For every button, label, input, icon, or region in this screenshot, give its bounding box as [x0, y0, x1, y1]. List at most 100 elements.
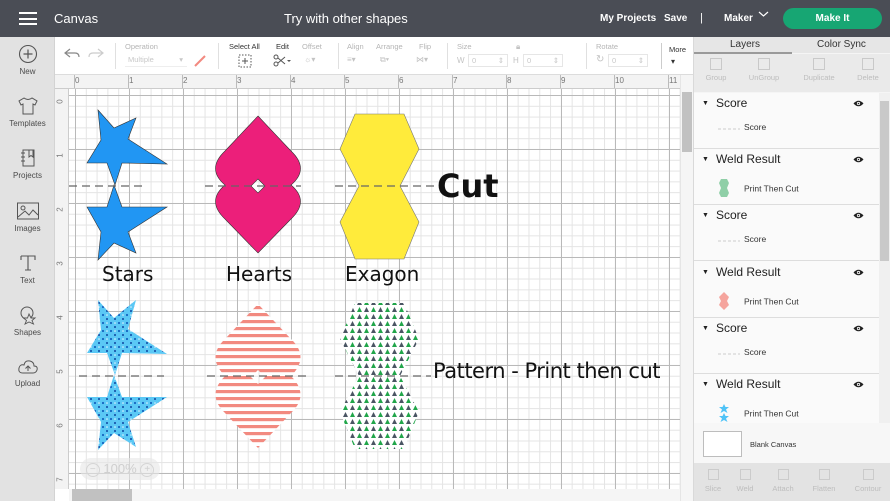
expand-arrow-icon[interactable]: ▼	[702, 212, 709, 219]
design-canvas[interactable]: Stars Hearts Exagon Cut Pattern - Print …	[69, 89, 680, 489]
flatten-button[interactable]: Flatten	[805, 469, 843, 493]
layer-item[interactable]: Print Then Cut	[718, 291, 799, 313]
pattern-label[interactable]: Pattern - Print then cut	[433, 359, 661, 383]
cut-label[interactable]: Cut	[437, 167, 499, 205]
layer-item[interactable]: Score	[718, 234, 766, 245]
sidebar-item-images[interactable]: Images	[0, 201, 55, 233]
width-value: 0	[472, 56, 477, 65]
layer-group-header[interactable]: ▼ Weld Result	[702, 265, 780, 279]
sidebar-item-templates[interactable]: Templates	[0, 96, 55, 128]
group-button[interactable]: Group	[694, 58, 738, 82]
layer-thumbnail	[718, 403, 736, 423]
layer-group-header[interactable]: ▼ Weld Result	[702, 152, 780, 166]
scissors-icon[interactable]	[273, 54, 293, 67]
eye-icon[interactable]	[853, 212, 864, 219]
hearts-label[interactable]: Hearts	[226, 262, 292, 286]
stepper-icon[interactable]: ⇕	[498, 55, 504, 66]
chevron-down-icon[interactable]	[758, 10, 769, 21]
dotted-star-shape[interactable]	[87, 375, 167, 450]
star-shape[interactable]	[86, 184, 169, 261]
my-projects-link[interactable]: My Projects	[600, 13, 656, 24]
undo-icon[interactable]	[64, 48, 80, 60]
layer-group[interactable]: ▼ Weld Result Print Then Cut	[694, 261, 879, 318]
stepper-icon[interactable]: ⇕	[553, 55, 559, 66]
machine-selector[interactable]: Maker	[724, 13, 753, 24]
layer-item[interactable]: Score	[718, 347, 766, 358]
make-it-button[interactable]: Make It	[783, 8, 882, 29]
ungroup-button[interactable]: UnGroup	[742, 58, 786, 82]
scrollbar-thumb[interactable]	[72, 489, 132, 501]
sidebar-item-upload[interactable]: Upload	[0, 358, 55, 388]
canvas-horizontal-scrollbar[interactable]	[69, 489, 680, 501]
sidebar-item-shapes[interactable]: Shapes	[0, 305, 55, 337]
delete-button[interactable]: Delete	[846, 58, 890, 82]
scrollbar-thumb[interactable]	[682, 92, 692, 152]
redo-icon[interactable]	[88, 48, 104, 60]
eye-icon[interactable]	[853, 100, 864, 107]
expand-arrow-icon[interactable]: ▼	[702, 100, 709, 107]
layer-group-header[interactable]: ▼ Score	[702, 96, 747, 110]
contour-button[interactable]: Contour	[849, 469, 887, 493]
panel-tabs: Layers Color Sync	[694, 37, 890, 54]
offset-icon[interactable]: ☼▾	[304, 55, 315, 64]
layer-group[interactable]: ▼ Score Score	[694, 93, 879, 149]
eye-icon[interactable]	[853, 325, 864, 332]
sidebar-item-projects[interactable]: Projects	[0, 148, 55, 180]
expand-arrow-icon[interactable]: ▼	[702, 269, 709, 276]
attach-button[interactable]: Attach	[764, 469, 802, 493]
layer-item[interactable]: Print Then Cut	[718, 178, 799, 200]
project-title[interactable]: Try with other shapes	[284, 11, 408, 26]
layer-group-header[interactable]: ▼ Score	[702, 208, 747, 222]
align-icon[interactable]: ≡▾	[347, 55, 356, 64]
operation-select[interactable]: Multiple ▾	[125, 54, 187, 67]
dotted-star-shape[interactable]	[87, 300, 167, 375]
blank-canvas-swatch[interactable]	[703, 431, 742, 457]
eye-icon[interactable]	[853, 156, 864, 163]
save-button[interactable]: Save	[664, 13, 687, 24]
eye-icon[interactable]	[853, 269, 864, 276]
rotate-input[interactable]: 0 ⇕	[608, 54, 648, 67]
layer-group-header[interactable]: ▼ Score	[702, 321, 747, 335]
layer-group[interactable]: ▼ Weld Result Print Then Cut	[694, 374, 879, 423]
arrange-icon[interactable]: ⧉▾	[380, 55, 389, 65]
tab-color-sync[interactable]: Color Sync	[817, 39, 866, 50]
hamburger-menu-icon[interactable]	[19, 12, 37, 25]
expand-arrow-icon[interactable]: ▼	[702, 381, 709, 388]
layer-group-header[interactable]: ▼ Weld Result	[702, 377, 780, 391]
layer-item[interactable]: Print Then Cut	[718, 403, 799, 423]
width-label: W	[457, 56, 465, 65]
group-icon	[710, 58, 722, 70]
tab-layers[interactable]: Layers	[730, 39, 760, 50]
pen-color-icon[interactable]	[193, 54, 207, 68]
canvas-vertical-scrollbar[interactable]	[680, 75, 693, 501]
expand-arrow-icon[interactable]: ▼	[702, 325, 709, 332]
ruler-tick-label: 2	[183, 76, 188, 85]
hexagon-label[interactable]: Exagon	[345, 262, 419, 286]
weld-button[interactable]: Weld	[726, 469, 764, 493]
select-all-icon[interactable]	[238, 54, 252, 68]
ruler-tick-label: 11	[669, 76, 678, 85]
layer-group[interactable]: ▼ Weld Result Print Then Cut	[694, 149, 879, 206]
zoom-out-button[interactable]: −	[85, 462, 100, 477]
eye-icon[interactable]	[853, 381, 864, 388]
expand-arrow-icon[interactable]: ▼	[702, 156, 709, 163]
sidebar-item-new[interactable]: New	[0, 44, 55, 76]
zoom-in-button[interactable]: +	[140, 462, 155, 477]
stars-label[interactable]: Stars	[102, 262, 153, 286]
stepper-icon[interactable]: ⇕	[638, 55, 644, 66]
star-shape[interactable]	[86, 109, 169, 186]
layer-group[interactable]: ▼ Score Score	[694, 205, 879, 262]
layer-group[interactable]: ▼ Score Score	[694, 317, 879, 374]
scrollbar-thumb[interactable]	[880, 101, 889, 261]
layer-item[interactable]: Score	[718, 122, 766, 133]
more-button[interactable]: More	[669, 45, 686, 54]
heart-shape[interactable]	[215, 115, 301, 254]
width-input[interactable]: 0 ⇕	[468, 54, 508, 67]
sidebar-item-text[interactable]: Text	[0, 253, 55, 285]
lock-icon[interactable]: 🔒︎	[516, 42, 520, 52]
layers-scrollbar[interactable]	[879, 93, 890, 423]
flip-icon[interactable]: ⋈▾	[416, 55, 428, 64]
duplicate-button[interactable]: Duplicate	[797, 58, 841, 82]
height-input[interactable]: 0 ⇕	[523, 54, 563, 67]
more-arrow-icon[interactable]: ▾	[671, 57, 675, 66]
